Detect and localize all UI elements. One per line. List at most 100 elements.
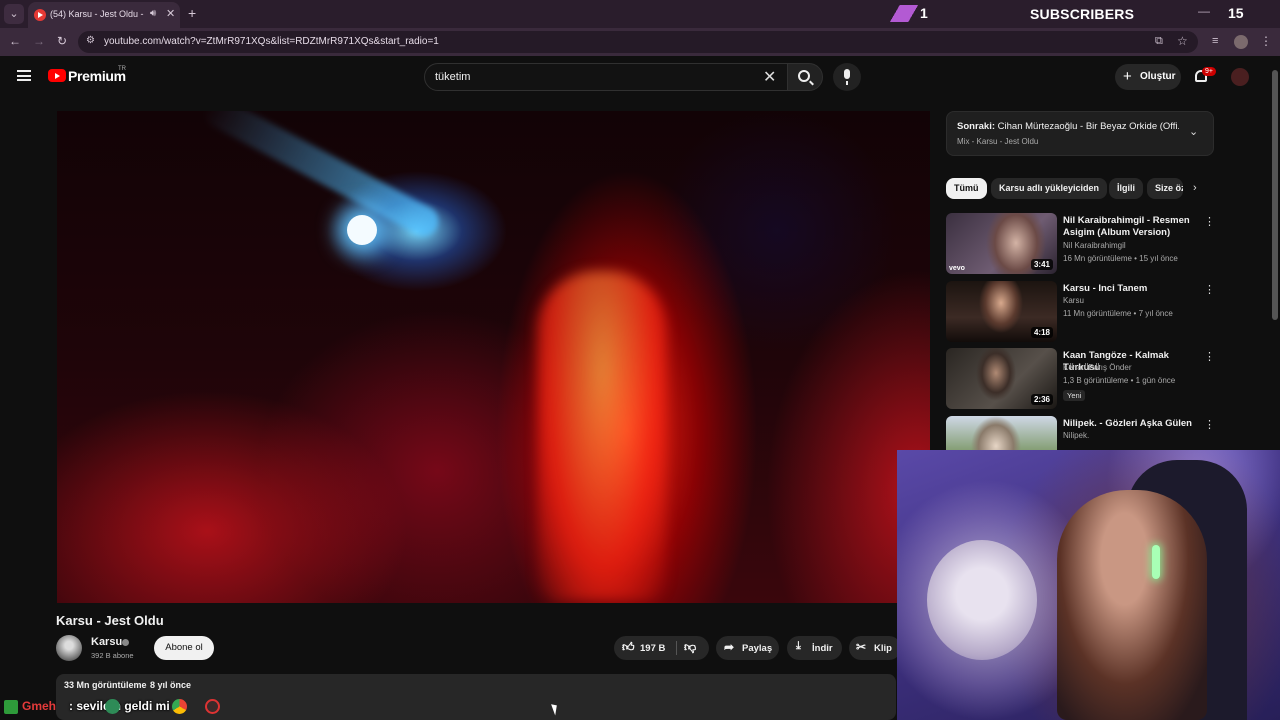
view-count: 33 Mn görüntüleme [64,680,147,690]
subscriber-goal-stripe [886,5,922,22]
forward-arrow-icon[interactable]: → [33,34,45,48]
taskbar-app-icon[interactable] [105,699,120,714]
browser-toolbar: ← → ↻ ⚙︎ youtube.com/watch?v=ZtMrR971XQs… [0,28,1280,56]
subscriber-goal-target: 15 [1228,5,1244,21]
download-button[interactable]: ⤓ İndir [787,636,842,660]
audio-playing-icon[interactable]: 🔊︎ [150,8,156,19]
chip-all[interactable]: Tümü [946,178,987,199]
youtube-logo-icon[interactable] [48,69,66,82]
url-text[interactable]: youtube.com/watch?v=ZtMrR971XQs&list=RDZ… [104,36,439,47]
account-avatar[interactable] [1231,68,1249,86]
like-divider [676,641,677,655]
recommendation-title[interactable]: Nil Karaibrahimgil - Resmen Asigim (Albu… [1063,215,1203,239]
video-thumbnail[interactable]: 2:36 [946,348,1057,409]
recommendation-title[interactable]: Karsu - Inci Tanem [1063,283,1203,295]
browser-tab[interactable]: (54) Karsu - Jest Oldu - YouTube 🔊︎ ✕ [28,2,180,28]
share-button-label: Paylaş [742,643,773,654]
channel-name[interactable]: Karsu [91,636,122,648]
new-badge: Yeni [1063,390,1086,401]
chip-from-uploader[interactable]: Karsu adlı yükleyiciden [991,178,1108,199]
thumbs-down-icon[interactable]: 👎︎ [684,640,696,655]
thumbs-up-icon[interactable]: 👍︎ [622,640,635,655]
webcam-teddy-bear [927,540,1037,660]
video-frame-spotlight [347,215,377,245]
download-icon: ⤓ [796,640,801,652]
chevron-right-icon[interactable]: › [1193,182,1197,194]
chrome-icon[interactable] [172,699,187,714]
search-input-value[interactable]: tüketim [435,71,470,83]
like-count[interactable]: 197 B [640,643,665,654]
browser-menu-icon[interactable]: ⋮ [1260,34,1272,48]
page-scrollbar[interactable] [1272,70,1278,320]
youtube-favicon-icon [34,9,46,21]
streamer-webcam [897,450,1280,720]
video-player[interactable] [57,111,930,603]
address-bar[interactable]: ⚙︎ youtube.com/watch?v=ZtMrR971XQs&list=… [78,31,1198,53]
upload-date: 8 yıl önce [150,680,192,690]
video-thumbnail[interactable]: 4:18 [946,281,1057,342]
up-next-playlist: Mix - Karsu - Jest Oldu [957,137,1039,146]
more-options-icon[interactable]: ⋮ [1204,215,1215,228]
subscribe-button[interactable]: Abone ol [154,636,214,660]
recommendation-meta: 1,3 B görüntüleme • 1 gün önce [1063,376,1176,385]
like-dislike-group: 👍︎ 197 B 👎︎ [614,636,709,660]
extensions-icon[interactable]: ≡ [1212,35,1218,47]
create-button[interactable]: + Oluştur [1115,64,1181,90]
recommendation-channel[interactable]: Nil Karaibrahimgil [1063,241,1126,250]
close-tab-icon[interactable]: ✕ [166,7,175,20]
tab-search-button[interactable]: ⌄ [4,4,24,24]
bookmark-star-icon[interactable]: ☆ [1177,34,1188,48]
video-frame-performer [537,271,667,601]
obs-icon[interactable] [205,699,220,714]
video-thumbnail[interactable]: vevo 3:41 [946,213,1057,274]
browser-profile-avatar[interactable] [1234,35,1248,49]
subscriber-count: 1 [920,5,928,21]
up-next-panel[interactable]: Sonraki: Cihan Mürtezaoğlu - Bir Beyaz O… [946,111,1214,156]
recommendation-item[interactable]: 4:18 Karsu - Inci Tanem Karsu 11 Mn görü… [946,281,1216,343]
clear-search-icon[interactable]: ✕ [763,67,776,87]
more-options-icon[interactable]: ⋮ [1204,418,1215,431]
voice-search-button[interactable] [833,63,861,91]
search-button[interactable] [787,63,823,91]
reload-icon[interactable]: ↻ [57,34,67,48]
region-code: TR [118,66,126,72]
video-duration: 3:41 [1030,259,1053,270]
search-icon [798,70,810,82]
install-app-icon[interactable]: ⧉ [1155,35,1163,48]
chip-related[interactable]: İlgili [1109,178,1143,199]
clip-button-label: Klip [874,643,892,654]
download-button-label: İndir [812,643,833,654]
up-next-video-title: Cihan Mürtezaoğlu - Bir Beyaz Orkide (Of… [997,121,1179,132]
vevo-logo: vevo [949,265,965,272]
channel-avatar[interactable] [56,635,82,661]
clip-button[interactable]: ✂ Klip [849,636,901,660]
recommendation-channel[interactable]: Kenan Barış Önder [1063,363,1131,372]
up-next-title: Sonraki: Cihan Mürtezaoğlu - Bir Beyaz O… [957,121,1179,132]
video-duration: 2:36 [1030,394,1053,405]
recommendation-channel[interactable]: Nilipek. [1063,431,1089,440]
microphone-icon [844,69,850,85]
chevron-down-icon[interactable]: ⌄ [1189,125,1198,138]
recommendation-title[interactable]: Nilipek. - Gözleri Aşka Gülen [1063,418,1203,430]
verified-check-icon [122,639,129,646]
chip-for-you[interactable]: Size öz [1147,178,1183,199]
recommendation-item[interactable]: vevo 3:41 Nil Karaibrahimgil - Resmen As… [946,213,1216,275]
search-input[interactable]: tüketim ✕ [424,63,788,91]
video-frame-spotlight-beam [199,111,444,242]
new-tab-button[interactable]: + [188,5,196,21]
more-options-icon[interactable]: ⋮ [1204,350,1215,363]
recommendation-item[interactable]: 2:36 Kaan Tangöze - Kalmak Türküsü Kenan… [946,348,1216,410]
minimize-window-icon[interactable]: — [1198,4,1210,18]
chat-username: Gmeh [22,699,57,713]
tab-title: (54) Karsu - Jest Oldu - YouTube [50,9,146,19]
scissors-icon: ✂ [856,640,867,654]
recommendation-meta: 11 Mn görüntüleme • 7 yıl önce [1063,309,1173,318]
recommendation-meta: 16 Mn görüntüleme • 15 yıl önce [1063,254,1178,263]
site-info-icon[interactable]: ⚙︎ [86,35,95,46]
hamburger-menu-icon[interactable] [17,70,31,81]
share-button[interactable]: ➦ Paylaş [716,636,779,660]
back-arrow-icon[interactable]: ← [9,34,21,48]
recommendation-channel[interactable]: Karsu [1063,296,1084,305]
subscriber-goal-label: SUBSCRIBERS [1030,6,1135,22]
more-options-icon[interactable]: ⋮ [1204,283,1215,296]
